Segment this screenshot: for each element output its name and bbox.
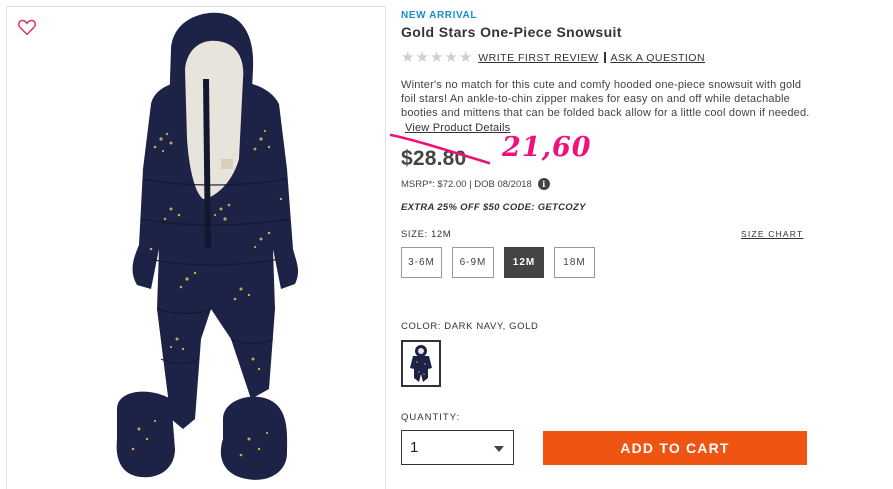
new-arrival-badge: NEW ARRIVAL	[401, 10, 478, 21]
quantity-value: 1	[410, 439, 419, 456]
color-label-text: COLOR:	[401, 321, 442, 332]
promo-text: EXTRA 25% OFF $50 CODE: GETCOZY	[401, 202, 586, 213]
product-image-panel	[6, 6, 386, 489]
divider	[603, 52, 606, 63]
size-chart-link[interactable]: SIZE CHART	[741, 229, 803, 239]
chevron-down-icon	[494, 446, 504, 452]
size-option-3-6m[interactable]: 3-6M	[401, 247, 442, 278]
review-row: ★ ★ ★ ★ ★ WRITE FIRST REVIEW ASK A QUEST…	[401, 50, 705, 65]
heart-icon[interactable]	[17, 18, 37, 36]
info-icon[interactable]: i	[537, 178, 550, 190]
add-to-cart-button[interactable]: ADD TO CART	[543, 431, 807, 465]
star-icon: ★	[444, 48, 458, 66]
color-label: COLOR: DARK NAVY, GOLD	[401, 321, 538, 332]
description-text: Winter's no match for this cute and comf…	[401, 79, 810, 120]
strike-through-mark	[389, 133, 491, 165]
size-option-18m[interactable]: 18M	[554, 247, 595, 278]
product-image[interactable]	[111, 9, 311, 485]
msrp-row: MSRP*: $72.00 | DOB 08/2018 i	[401, 178, 550, 190]
color-swatch[interactable]	[401, 340, 441, 387]
product-title: Gold Stars One-Piece Snowsuit	[401, 24, 622, 40]
rating-stars: ★ ★ ★ ★ ★	[401, 50, 472, 65]
color-value: DARK NAVY, GOLD	[444, 321, 539, 332]
quantity-select[interactable]: 1	[401, 430, 514, 465]
swatch-thumbnail	[410, 344, 432, 382]
star-icon: ★	[458, 48, 473, 66]
star-icon: ★	[415, 48, 429, 66]
size-label-text: SIZE:	[401, 229, 428, 240]
product-description: Winter's no match for this cute and comf…	[401, 78, 811, 135]
size-options: 3-6M 6-9M 12M 18M	[401, 247, 595, 278]
size-option-12m[interactable]: 12M	[504, 247, 544, 278]
handwritten-price: 21,60	[502, 132, 592, 163]
price-block: $28.80 21,60	[389, 132, 591, 171]
size-label: SIZE: 12M	[401, 229, 451, 240]
quantity-label: QUANTITY:	[401, 412, 461, 423]
write-review-link[interactable]: WRITE FIRST REVIEW	[478, 52, 598, 64]
size-option-6-9m[interactable]: 6-9M	[452, 247, 494, 278]
star-icon: ★	[401, 48, 415, 66]
size-selected-value: 12M	[431, 229, 452, 240]
ask-question-link[interactable]: ASK A QUESTION	[611, 52, 706, 64]
star-icon: ★	[429, 48, 444, 66]
msrp-text: MSRP*: $72.00 | DOB 08/2018	[401, 178, 532, 190]
